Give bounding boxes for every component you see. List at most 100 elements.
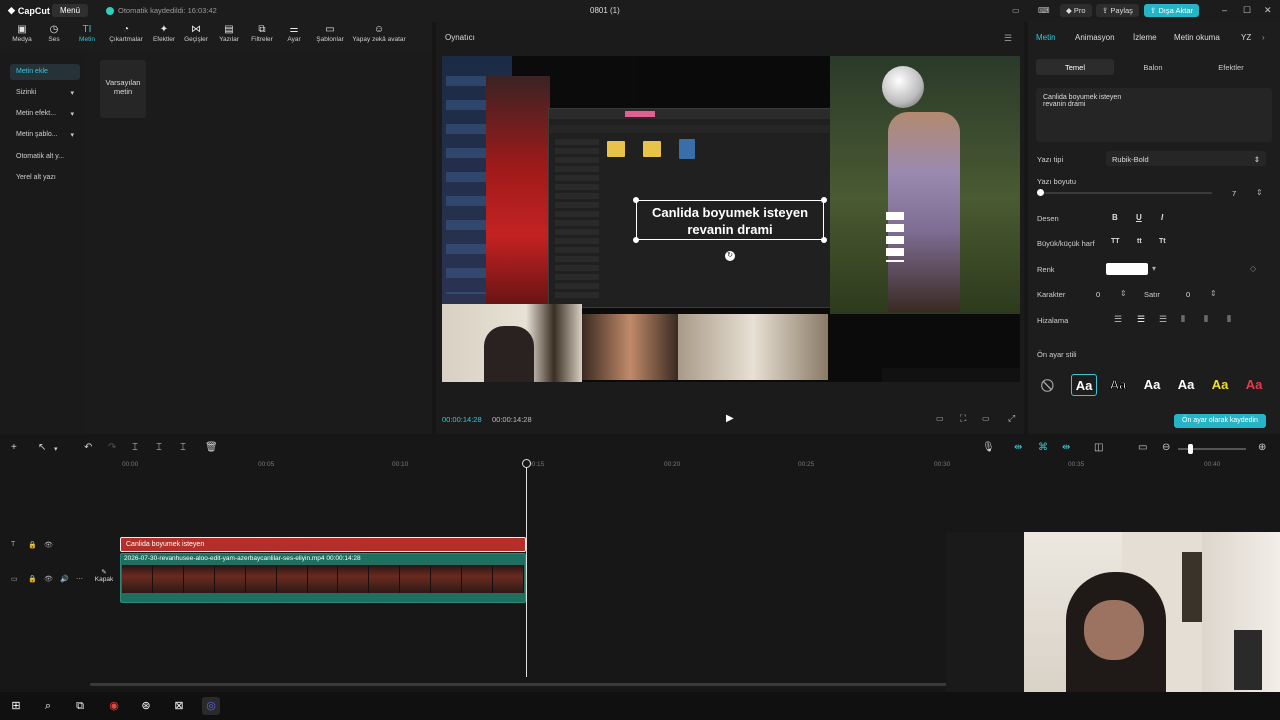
tab-text[interactable]: TI Metin xyxy=(74,24,100,43)
preset-style-1[interactable]: Aa xyxy=(1071,374,1097,396)
cover-button[interactable]: ✎ Kapak xyxy=(92,568,116,592)
align-center-icon[interactable]: ☰ xyxy=(1137,314,1145,325)
preset-style-4[interactable]: Aa xyxy=(1173,374,1199,396)
eye-icon[interactable]: 👁 xyxy=(44,575,53,583)
split-left-icon[interactable]: ⌶ xyxy=(156,442,162,453)
text-overlay-caption[interactable]: Canlida boyumek isteyen revanin drami xyxy=(636,200,824,240)
capcut-taskbar-icon[interactable]: ⊠ xyxy=(170,697,188,715)
font-size-slider[interactable] xyxy=(1038,192,1212,194)
preset-style-2[interactable]: Aa xyxy=(1105,374,1131,396)
no-style-icon[interactable]: ⃠ xyxy=(1037,374,1063,396)
text-clip[interactable]: Canlida boyumek isteyen xyxy=(120,537,526,552)
layout-icon[interactable]: ▭ xyxy=(1012,6,1020,15)
audio-mute-icon[interactable]: 🔊 xyxy=(60,575,69,583)
underline-icon[interactable]: U xyxy=(1136,213,1142,222)
subtab-basic[interactable]: Temel xyxy=(1036,59,1114,75)
app-icon[interactable]: ⊛ xyxy=(137,697,155,715)
link-icon[interactable]: ⇹ xyxy=(1014,442,1022,453)
sidebar-item-local-captions[interactable]: Yerel alt yazı xyxy=(10,170,80,186)
tab-ai-avatar[interactable]: ☺ Yapay zekâ avatar xyxy=(348,24,410,43)
playhead[interactable] xyxy=(526,461,527,677)
resize-handle[interactable] xyxy=(821,237,827,243)
add-track-icon[interactable]: + xyxy=(11,442,17,453)
close-icon[interactable]: ✕ xyxy=(1264,5,1272,16)
titlecase-icon[interactable]: Tt xyxy=(1159,238,1166,245)
tab-adjust[interactable]: ⚌ Ayar xyxy=(282,24,306,43)
vertical-top-icon[interactable]: ⦀ xyxy=(1181,314,1185,325)
menu-button[interactable]: Menü xyxy=(52,4,89,17)
timeline-scrollbar[interactable] xyxy=(90,683,950,686)
italic-icon[interactable]: I xyxy=(1161,213,1163,222)
chevron-right-icon[interactable]: › xyxy=(1262,33,1265,42)
minimize-icon[interactable]: – xyxy=(1222,5,1227,15)
tab-text-inspector[interactable]: Metin xyxy=(1036,33,1056,42)
project-title[interactable]: 0801 (1) xyxy=(590,6,620,15)
tab-effects[interactable]: ✦ Efektler xyxy=(148,24,180,43)
share-button[interactable]: ⇪ Paylaş xyxy=(1096,4,1139,17)
sidebar-item-text-templates[interactable]: Metin şablo... ▾ xyxy=(10,127,80,143)
text-content-input[interactable]: Canlida boyumek isteyen revanin drami xyxy=(1036,88,1272,142)
delete-icon[interactable]: 🗑 xyxy=(205,442,218,453)
resize-handle[interactable] xyxy=(633,197,639,203)
screenshot-icon[interactable]: ⛶ xyxy=(960,413,966,424)
font-select[interactable]: Rubik-Bold ⇕ xyxy=(1106,151,1266,166)
playhead-handle[interactable] xyxy=(522,459,531,468)
fullscreen-icon[interactable]: ⤢ xyxy=(1008,413,1015,424)
ratio-icon[interactable]: ▭ xyxy=(982,414,990,423)
tab-animation[interactable]: Animasyon xyxy=(1075,33,1115,42)
rotate-icon[interactable]: ↻ xyxy=(725,251,735,261)
subtab-effects[interactable]: Efektler xyxy=(1192,59,1270,75)
align-left-icon[interactable]: ☰ xyxy=(1114,314,1122,325)
font-size-value[interactable]: 7 xyxy=(1232,189,1236,198)
tab-filters[interactable]: ⧉ Filtreler xyxy=(246,24,278,43)
tab-tracking[interactable]: İzleme xyxy=(1133,33,1157,42)
more-icon[interactable]: ⋯ xyxy=(76,575,83,583)
undo-icon[interactable]: ↶ xyxy=(84,442,92,453)
tab-ai[interactable]: YZ xyxy=(1241,33,1251,42)
vertical-bottom-icon[interactable]: ⦀ xyxy=(1227,314,1231,325)
search-icon[interactable]: ⌕ xyxy=(39,697,57,715)
tab-templates[interactable]: ▭ Şablonlar xyxy=(310,24,350,43)
export-button[interactable]: ⇧ Dışa Aktar xyxy=(1144,4,1199,17)
uppercase-icon[interactable]: TT xyxy=(1111,238,1120,245)
chevron-down-icon[interactable]: ▾ xyxy=(54,445,58,453)
select-tool-icon[interactable]: ↖ xyxy=(38,442,46,453)
snap-icon[interactable]: ⇹ xyxy=(1062,442,1070,453)
tab-text-to-speech[interactable]: Metin okuma xyxy=(1174,33,1220,42)
split-icon[interactable]: ⌶ xyxy=(132,442,138,453)
preset-style-6[interactable]: Aa xyxy=(1241,374,1267,396)
tab-audio[interactable]: ◷ Ses xyxy=(42,24,66,43)
align-right-icon[interactable]: ☰ xyxy=(1159,314,1167,325)
split-right-icon[interactable]: ⌶ xyxy=(180,442,186,453)
vertical-middle-icon[interactable]: ⦀ xyxy=(1204,314,1208,325)
character-spacing-value[interactable]: 0 xyxy=(1096,290,1100,299)
chevron-down-icon[interactable]: ▾ xyxy=(1152,264,1156,273)
lowercase-icon[interactable]: tt xyxy=(1137,238,1142,245)
slider-thumb[interactable] xyxy=(1037,189,1044,196)
preview-axis-icon[interactable]: ◫ xyxy=(1094,442,1103,453)
bold-icon[interactable]: B xyxy=(1112,213,1118,222)
tab-media[interactable]: ▣ Medya xyxy=(8,24,36,43)
lock-icon[interactable]: 🔒 xyxy=(28,541,37,549)
stepper-icon[interactable]: ⇕ xyxy=(1210,289,1217,298)
zoom-in-icon[interactable]: ⊕ xyxy=(1258,442,1266,453)
resize-handle[interactable] xyxy=(633,237,639,243)
sidebar-item-text-effects[interactable]: Metin efekt... ▾ xyxy=(10,106,80,122)
task-view-icon[interactable]: ⧉ xyxy=(71,697,89,715)
stepper-icon[interactable]: ⇕ xyxy=(1256,188,1263,197)
magnet-icon[interactable]: ⌘ xyxy=(1038,442,1048,453)
zoom-thumb[interactable] xyxy=(1188,444,1193,454)
sidebar-item-yours[interactable]: Sizinki ▾ xyxy=(10,85,80,101)
sidebar-item-add-text[interactable]: Metin ekle xyxy=(10,64,80,80)
lock-icon[interactable]: 🔒 xyxy=(28,575,37,583)
quality-icon[interactable]: ▭ xyxy=(936,414,944,423)
default-text-card[interactable]: Varsayılan metin xyxy=(100,60,146,118)
play-icon[interactable]: ▶ xyxy=(726,413,734,424)
tab-stickers[interactable]: ◔ Çıkartmalar xyxy=(104,24,148,43)
sidebar-item-auto-captions[interactable]: Otomatik alt y... xyxy=(10,149,80,165)
windows-start-icon[interactable]: ⊞ xyxy=(7,697,25,715)
maximize-icon[interactable]: ☐ xyxy=(1243,5,1251,16)
color-swatch[interactable] xyxy=(1106,263,1148,275)
stepper-icon[interactable]: ⇕ xyxy=(1120,289,1127,298)
eye-icon[interactable]: 👁 xyxy=(44,541,53,549)
